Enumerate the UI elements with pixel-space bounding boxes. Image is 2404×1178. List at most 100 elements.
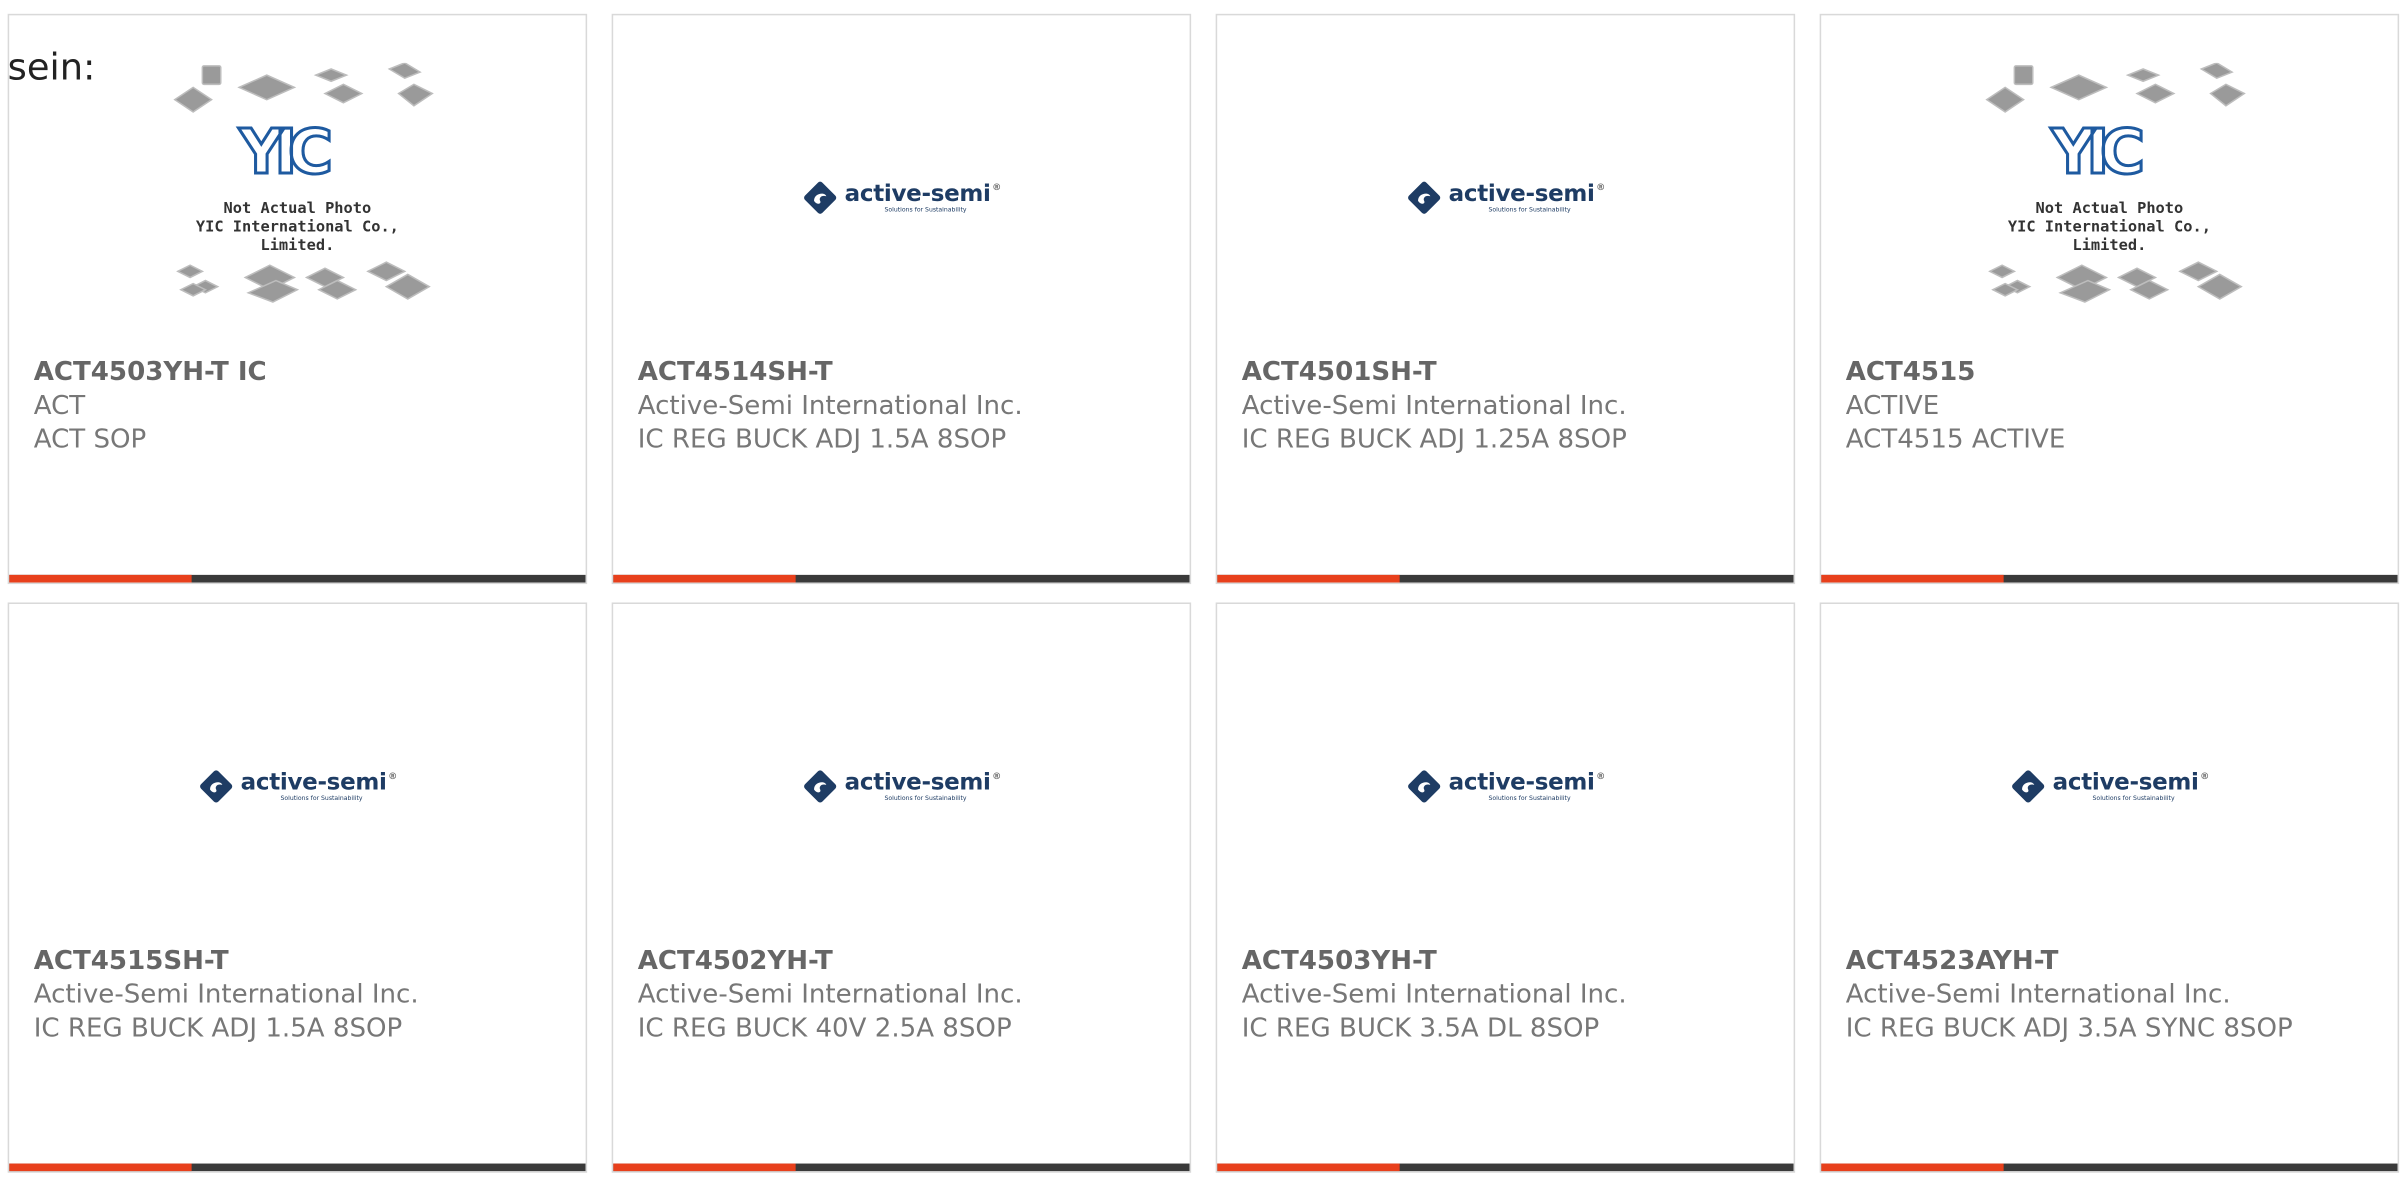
yic-caption-line2: YIC International Co., Limited.	[195, 219, 399, 255]
product-description: IC REG BUCK ADJ 3.5A SYNC 8SOP	[1845, 1013, 2293, 1044]
product-info: ACT4502YH-T Active-Semi International Inc…	[638, 944, 1165, 1045]
product-image[interactable]: active-semi ® Solutions for Sustainabili…	[613, 604, 1189, 944]
yic-placeholder-image: YIC Not Actual Photo YIC International C…	[159, 62, 435, 308]
active-semi-logo: active-semi ® Solutions for Sustainabili…	[1406, 768, 1605, 805]
product-manufacturer: Active-Semi International Inc.	[1241, 390, 1627, 422]
product-part-number[interactable]: ACT4503YH-T IC	[34, 356, 561, 390]
product-part-number[interactable]: ACT4515SH-T	[34, 944, 561, 978]
product-card[interactable]: active-semi ® Solutions for Sustainabili…	[611, 602, 1192, 1173]
product-part-number[interactable]: ACT4502YH-T	[638, 944, 1165, 978]
product-image[interactable]: active-semi ® Solutions for Sustainabili…	[1217, 604, 1793, 944]
yic-letters: YIC	[238, 117, 335, 191]
product-image[interactable]: active-semi ® Solutions for Sustainabili…	[613, 15, 1189, 355]
yic-caption-line1: Not Actual Photo	[223, 200, 372, 218]
yic-caption: Not Actual Photo YIC International Co., …	[159, 201, 435, 256]
product-manufacturer: Active-Semi International Inc.	[1241, 979, 1627, 1011]
product-grid: YIC Not Actual Photo YIC International C…	[7, 13, 2400, 1173]
product-card[interactable]: YIC Not Actual Photo YIC International C…	[1819, 13, 2400, 585]
card-accent-bar	[1217, 574, 1400, 583]
product-card[interactable]: active-semi ® Solutions for Sustainabili…	[7, 602, 588, 1173]
card-bottom-bar	[9, 1163, 586, 1172]
registered-mark: ®	[1596, 770, 1606, 782]
active-semi-tagline: Solutions for Sustainability	[1488, 204, 1571, 213]
registered-mark: ®	[992, 181, 1002, 193]
product-card[interactable]: active-semi ® Solutions for Sustainabili…	[1215, 602, 1796, 1173]
product-part-number[interactable]: ACT4515	[1846, 356, 2373, 390]
active-semi-mark-icon	[804, 770, 837, 803]
active-semi-mark-icon	[1408, 770, 1441, 803]
yic-caption-line1: Not Actual Photo	[2035, 200, 2184, 218]
product-manufacturer: Active-Semi International Inc.	[637, 979, 1023, 1011]
registered-mark: ®	[992, 770, 1002, 782]
active-semi-logo: active-semi ® Solutions for Sustainabili…	[802, 179, 1001, 216]
product-image[interactable]: active-semi ® Solutions for Sustainabili…	[1217, 15, 1793, 355]
card-accent-bar	[9, 1163, 192, 1172]
card-accent-bar	[613, 574, 796, 583]
registered-mark: ®	[388, 770, 398, 782]
card-accent-bar	[1821, 574, 2004, 583]
active-semi-mark-icon	[2012, 770, 2045, 803]
product-part-number[interactable]: ACT4514SH-T	[638, 356, 1165, 390]
product-manufacturer: ACT	[33, 390, 86, 422]
page: sein: YIC Not Actual Photo YIC Internati…	[0, 0, 2404, 1178]
card-bottom-bar	[1821, 1163, 2398, 1172]
product-card[interactable]: YIC Not Actual Photo YIC International C…	[7, 13, 588, 585]
yic-letters: YIC	[2050, 117, 2147, 191]
product-part-number[interactable]: ACT4501SH-T	[1242, 356, 1769, 390]
product-part-number[interactable]: ACT4503YH-T	[1242, 944, 1769, 978]
product-info: ACT4503YH-T Active-Semi International Inc…	[1242, 944, 1769, 1045]
product-info: ACT4515SH-T Active-Semi International Inc…	[34, 944, 561, 1045]
registered-mark: ®	[1596, 181, 1606, 193]
yic-placeholder-image: YIC Not Actual Photo YIC International C…	[1971, 62, 2247, 308]
active-semi-wordmark: active-semi	[1448, 178, 1595, 207]
yic-caption-line2: YIC International Co., Limited.	[2007, 219, 2211, 255]
product-description: IC REG BUCK ADJ 1.5A 8SOP	[637, 424, 1007, 456]
card-accent-bar	[1821, 1163, 2004, 1172]
active-semi-tagline: Solutions for Sustainability	[280, 793, 363, 801]
active-semi-tagline: Solutions for Sustainability	[884, 204, 967, 213]
active-semi-wordmark: active-semi	[2052, 767, 2199, 795]
card-accent-bar	[613, 1163, 796, 1172]
product-part-number[interactable]: ACT4523AYH-T	[1846, 944, 2373, 978]
product-info: ACT4503YH-T IC ACT ACT SOP	[34, 356, 561, 457]
product-description: IC REG BUCK ADJ 1.25A 8SOP	[1241, 424, 1627, 456]
active-semi-logo: active-semi ® Solutions for Sustainabili…	[802, 768, 1001, 805]
active-semi-mark-icon	[804, 181, 837, 214]
active-semi-logo: active-semi ® Solutions for Sustainabili…	[198, 768, 397, 805]
product-image[interactable]: YIC Not Actual Photo YIC International C…	[9, 15, 585, 355]
product-description: IC REG BUCK 3.5A DL 8SOP	[1241, 1013, 1600, 1044]
active-semi-mark-icon	[1408, 181, 1441, 214]
product-card[interactable]: active-semi ® Solutions for Sustainabili…	[611, 13, 1192, 585]
active-semi-logo: active-semi ® Solutions for Sustainabili…	[2010, 768, 2209, 805]
product-description: ACT SOP	[33, 424, 147, 456]
product-info: ACT4501SH-T Active-Semi International Inc…	[1242, 356, 1769, 457]
product-description: IC REG BUCK ADJ 1.5A 8SOP	[33, 1013, 403, 1044]
active-semi-wordmark: active-semi	[240, 767, 387, 795]
active-semi-mark-icon	[200, 770, 233, 803]
product-manufacturer: ACTIVE	[1845, 390, 1940, 422]
product-card[interactable]: active-semi ® Solutions for Sustainabili…	[1215, 13, 1796, 585]
card-bottom-bar	[9, 574, 586, 583]
product-image[interactable]: YIC Not Actual Photo YIC International C…	[1821, 15, 2397, 355]
product-description: IC REG BUCK 40V 2.5A 8SOP	[637, 1013, 1012, 1044]
product-manufacturer: Active-Semi International Inc.	[33, 979, 419, 1011]
active-semi-wordmark: active-semi	[1448, 767, 1595, 795]
card-bottom-bar	[613, 574, 1190, 583]
card-bottom-bar	[1217, 1163, 1794, 1172]
card-bottom-bar	[1821, 574, 2398, 583]
card-bottom-bar	[1217, 574, 1794, 583]
active-semi-tagline: Solutions for Sustainability	[884, 793, 967, 801]
product-image[interactable]: active-semi ® Solutions for Sustainabili…	[1821, 604, 2397, 944]
product-card[interactable]: active-semi ® Solutions for Sustainabili…	[1819, 602, 2400, 1173]
intro-text: sein:	[7, 45, 96, 89]
active-semi-logo: active-semi ® Solutions for Sustainabili…	[1406, 179, 1605, 216]
card-bottom-bar	[613, 1163, 1190, 1172]
product-info: ACT4523AYH-T Active-Semi International In…	[1846, 944, 2373, 1045]
product-description: ACT4515 ACTIVE	[1845, 424, 2066, 456]
product-info: ACT4515 ACTIVE ACT4515 ACTIVE	[1846, 356, 2373, 457]
active-semi-tagline: Solutions for Sustainability	[1488, 793, 1571, 801]
active-semi-wordmark: active-semi	[844, 767, 991, 795]
product-image[interactable]: active-semi ® Solutions for Sustainabili…	[9, 604, 585, 944]
yic-caption: Not Actual Photo YIC International Co., …	[1971, 201, 2247, 256]
product-manufacturer: Active-Semi International Inc.	[1845, 979, 2231, 1011]
